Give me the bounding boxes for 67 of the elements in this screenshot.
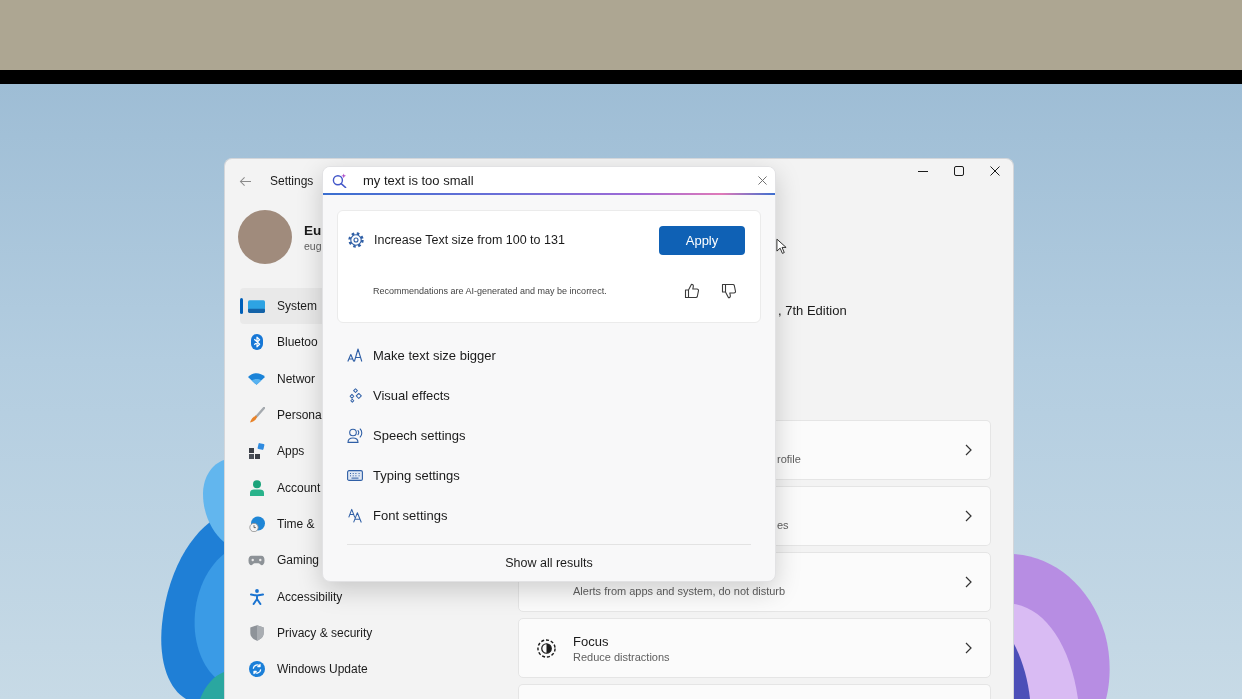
chevron-right-icon (964, 510, 972, 522)
card-subtitle: rofile (777, 452, 801, 466)
card-subtitle: Alerts from apps and system, do not disturb (573, 584, 786, 598)
user-avatar (238, 210, 292, 264)
ai-disclaimer: Recommendations are AI-generated and may be incorrect. (373, 286, 608, 296)
update-arrows-icon (248, 661, 265, 678)
keyboard-icon (347, 469, 363, 481)
sidebar-item[interactable]: Account (240, 469, 322, 506)
settings-card[interactable]: es (776, 486, 991, 546)
diamonds-icon (347, 387, 363, 403)
globe-clock-icon (248, 515, 265, 532)
profile-name: Eu (304, 221, 322, 239)
sidebar-item[interactable]: Privacy & security (240, 614, 373, 651)
sidebar-item[interactable]: Time & (240, 505, 322, 543)
bluetooth-icon (250, 334, 263, 351)
gamepad-icon (248, 554, 265, 566)
accessibility-figure-icon (249, 588, 264, 605)
card-subtitle: es (777, 518, 789, 532)
sidebar-item[interactable]: Persona (240, 396, 322, 434)
wifi-icon (248, 372, 265, 385)
sidebar-item[interactable]: Windows Update (240, 650, 368, 688)
clear-button[interactable] (758, 175, 767, 185)
maximize-icon (954, 166, 964, 176)
chevron-right-icon (964, 576, 972, 588)
sidebar-item[interactable]: System (240, 288, 322, 325)
speaking-person-icon (347, 427, 363, 443)
shield-icon (249, 624, 264, 641)
settings-card[interactable]: rofile (776, 420, 991, 480)
focus-icon (536, 638, 556, 658)
close-icon (758, 175, 767, 185)
paintbrush-icon (248, 407, 265, 424)
search-sparkle-icon (332, 172, 347, 188)
gear-icon (348, 232, 364, 248)
monitor-icon (248, 299, 265, 313)
back-button[interactable] (239, 175, 252, 187)
sidebar-item[interactable]: Gaming (240, 542, 322, 579)
search-result-item[interactable]: Make text size bigger (337, 335, 761, 375)
search-result-item[interactable]: Font settings (337, 495, 761, 535)
device-info: , 7th Edition (778, 303, 847, 318)
font-letters-icon (347, 507, 363, 523)
search-field[interactable]: my text is too small (323, 167, 775, 195)
thumbs-down-icon (721, 283, 737, 299)
search-result-item[interactable]: Speech settings (337, 415, 761, 455)
close-icon (990, 166, 1000, 176)
profile-email: eug (304, 238, 322, 253)
apps-grid-icon (248, 443, 265, 460)
search-result-item[interactable]: Visual effects (337, 375, 761, 415)
sidebar-item[interactable]: Networ (240, 360, 322, 397)
sidebar-item[interactable]: Bluetoo (240, 324, 322, 361)
sidebar-item[interactable]: Apps (240, 433, 322, 470)
card-subtitle: Reduce distractions (573, 650, 670, 664)
text-size-icon (347, 348, 363, 362)
recommendation-text: Increase Text size from 100 to 131 (374, 233, 566, 247)
thumbs-up-icon (684, 283, 700, 299)
apply-button[interactable]: Apply (659, 225, 745, 255)
card-title: Focus (573, 634, 609, 650)
minimize-icon (918, 170, 928, 172)
chevron-right-icon (964, 642, 972, 654)
thumbs-up-button[interactable] (684, 283, 700, 299)
person-icon (249, 479, 264, 496)
sidebar-item[interactable]: Accessibility (240, 578, 343, 615)
thumbs-down-button[interactable] (721, 283, 737, 299)
chevron-right-icon (964, 444, 972, 456)
back-arrow-icon (239, 175, 252, 187)
window-title: Settings (270, 174, 314, 188)
settings-card[interactable]: Focus Reduce distractions (518, 618, 991, 678)
search-result-item[interactable]: Typing settings (337, 455, 761, 495)
